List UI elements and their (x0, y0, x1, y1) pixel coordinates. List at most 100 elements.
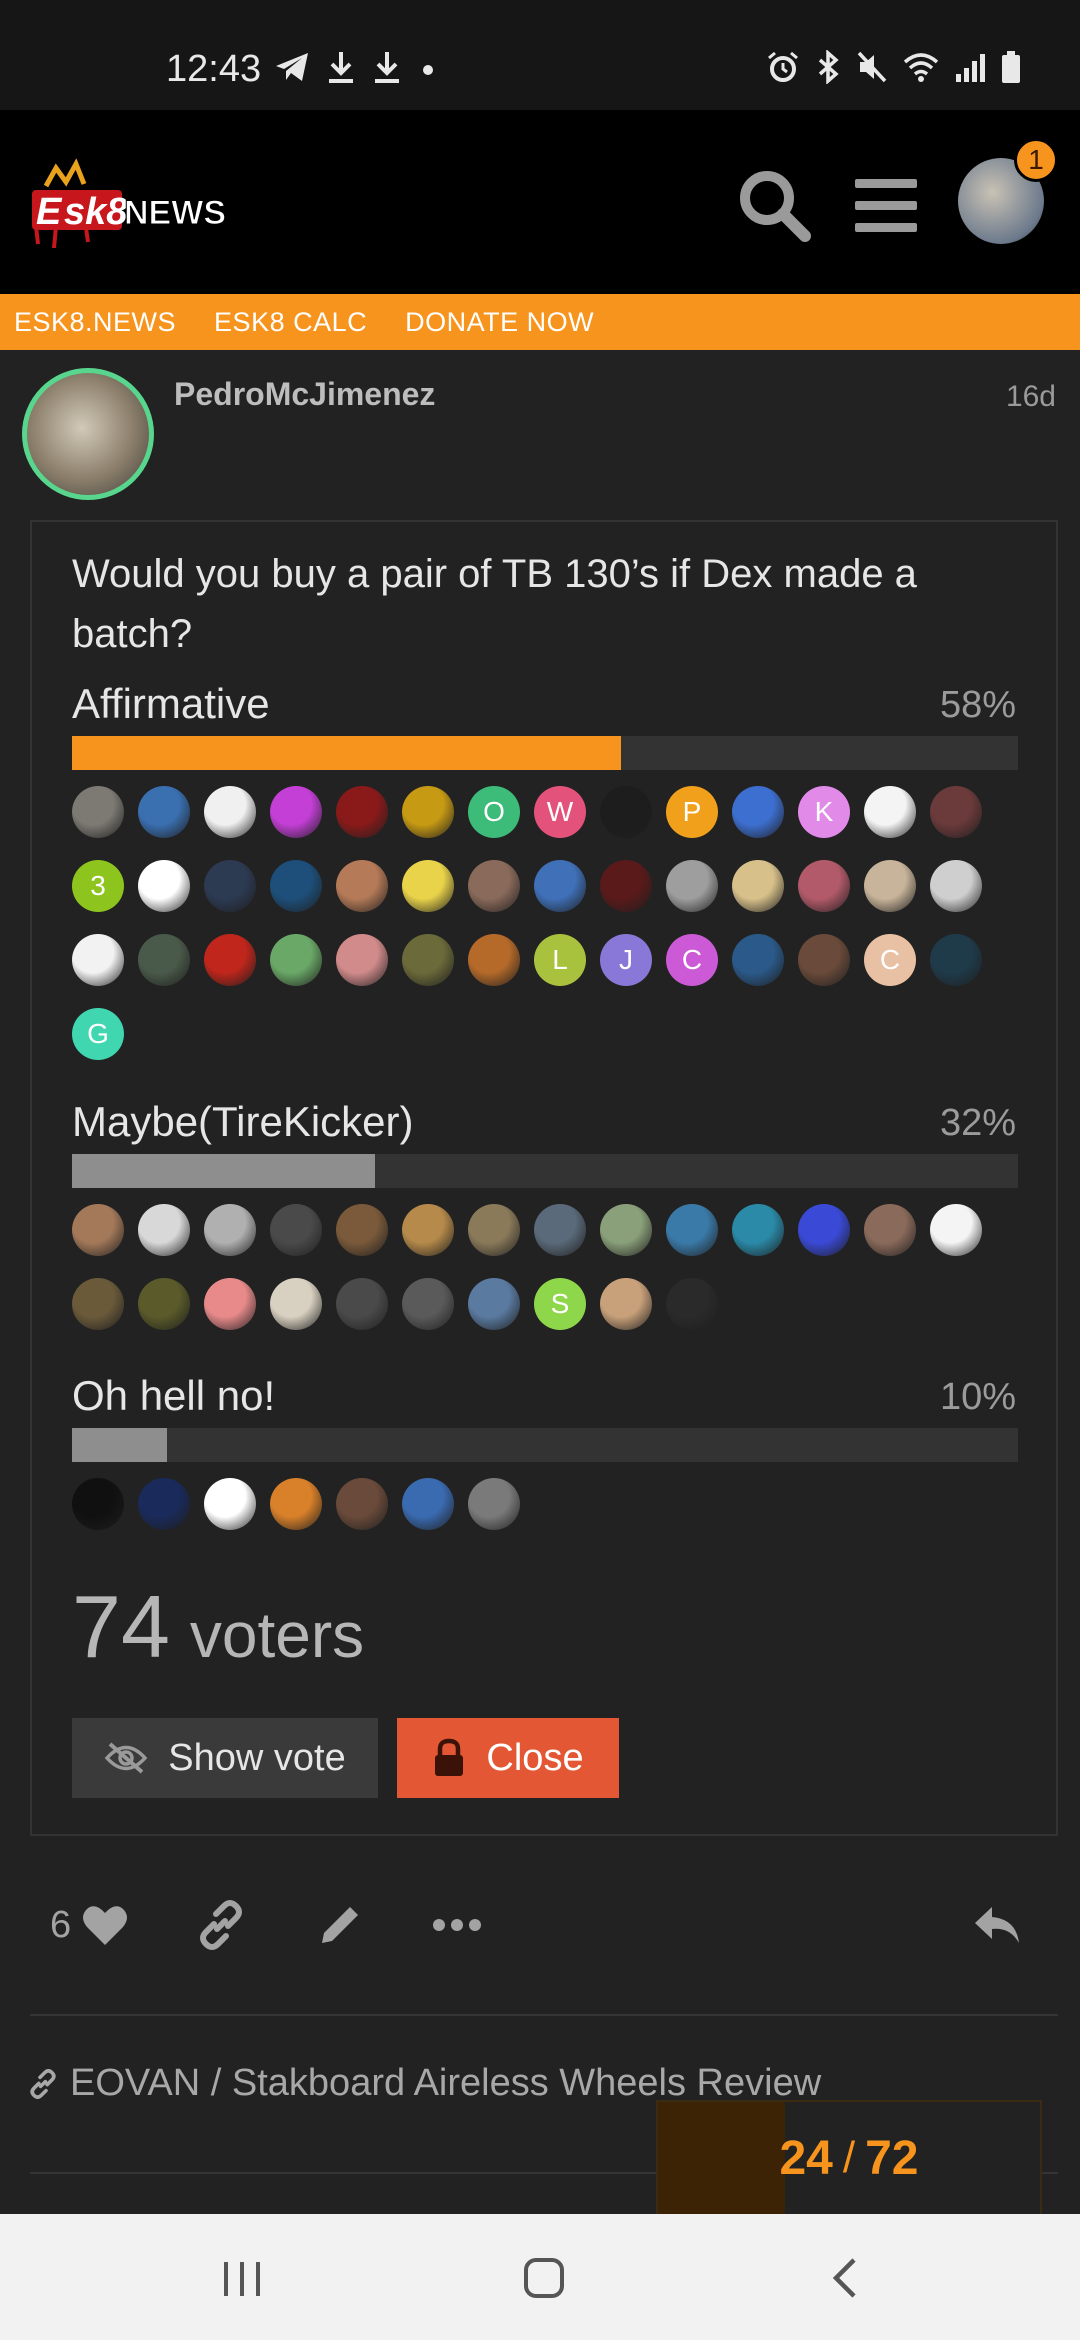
voter-avatar[interactable] (930, 1204, 982, 1256)
back-button[interactable] (806, 2248, 886, 2308)
voter-avatar[interactable] (336, 1204, 388, 1256)
voter-avatar[interactable] (336, 934, 388, 986)
recent-apps-button[interactable] (202, 2248, 282, 2308)
voter-avatar[interactable] (930, 934, 982, 986)
voter-avatar[interactable] (468, 1478, 520, 1530)
site-logo[interactable]: E sk8 NEWS (26, 156, 236, 251)
voter-avatar[interactable] (270, 860, 322, 912)
voter-avatar[interactable] (732, 1204, 784, 1256)
voter-avatar[interactable] (402, 1478, 454, 1530)
voter-avatar[interactable] (270, 1204, 322, 1256)
voter-avatar[interactable] (204, 860, 256, 912)
voter-avatar[interactable] (270, 934, 322, 986)
copy-link-button[interactable] (196, 1890, 246, 1960)
nav-link-esk8news[interactable]: ESK8.NEWS (14, 307, 176, 338)
like-button[interactable]: 6 (50, 1890, 129, 1960)
voter-avatar[interactable] (468, 1278, 520, 1330)
poll-option-label[interactable]: Maybe(TireKicker) (72, 1098, 414, 1146)
voter-avatar[interactable] (864, 786, 916, 838)
voter-avatar[interactable] (864, 860, 916, 912)
search-button[interactable] (734, 165, 814, 245)
show-vote-button[interactable]: Show vote (72, 1718, 378, 1798)
voter-avatar[interactable] (534, 1204, 586, 1256)
voter-avatar[interactable] (600, 1278, 652, 1330)
voter-avatar[interactable] (402, 1278, 454, 1330)
voter-avatar[interactable] (402, 1204, 454, 1256)
post-author-avatar[interactable] (22, 368, 154, 500)
voter-avatar[interactable] (72, 1478, 124, 1530)
voter-avatar[interactable] (930, 860, 982, 912)
voter-avatar[interactable] (930, 786, 982, 838)
voter-avatar[interactable] (468, 934, 520, 986)
voter-avatar[interactable] (798, 934, 850, 986)
voter-avatar[interactable] (336, 1478, 388, 1530)
voter-avatar[interactable] (732, 860, 784, 912)
topic-progress[interactable]: 24 / 72 (656, 2100, 1042, 2216)
voter-avatar[interactable] (138, 1478, 190, 1530)
voter-avatar[interactable] (138, 1204, 190, 1256)
voter-avatar[interactable] (468, 860, 520, 912)
voter-avatar[interactable] (336, 860, 388, 912)
voter-avatar[interactable] (72, 786, 124, 838)
edit-button[interactable] (316, 1890, 364, 1960)
voter-avatar[interactable] (204, 786, 256, 838)
voter-avatar[interactable] (600, 860, 652, 912)
voter-avatar[interactable] (534, 860, 586, 912)
voter-avatar[interactable]: L (534, 934, 586, 986)
voter-avatar[interactable]: 3 (72, 860, 124, 912)
notification-badge[interactable]: 1 (1014, 138, 1058, 182)
voter-avatar[interactable] (600, 1204, 652, 1256)
post-date[interactable]: 16d (1006, 380, 1056, 414)
linked-topic[interactable]: EOVAN / Stakboard Aireless Wheels Review (28, 2062, 821, 2105)
more-actions-button[interactable] (432, 1890, 482, 1960)
voter-avatar[interactable] (402, 860, 454, 912)
voter-avatar[interactable]: K (798, 786, 850, 838)
linked-topic-title[interactable]: EOVAN / Stakboard Aireless Wheels Review (70, 2062, 821, 2105)
post-username[interactable]: PedroMcJimenez (174, 376, 435, 413)
voter-avatar[interactable] (204, 934, 256, 986)
voter-avatar[interactable] (204, 1278, 256, 1330)
voter-avatar[interactable] (798, 860, 850, 912)
voter-avatar[interactable] (138, 934, 190, 986)
voter-avatar[interactable]: P (666, 786, 718, 838)
voter-avatar[interactable] (666, 1278, 718, 1330)
poll-option-label[interactable]: Oh hell no! (72, 1372, 275, 1420)
voter-avatar[interactable] (402, 934, 454, 986)
voter-avatar[interactable]: C (864, 934, 916, 986)
voter-avatar[interactable] (72, 934, 124, 986)
voter-avatar[interactable] (270, 786, 322, 838)
voter-avatar[interactable]: O (468, 786, 520, 838)
voter-avatar[interactable]: W (534, 786, 586, 838)
voter-avatar[interactable] (468, 1204, 520, 1256)
voter-avatar[interactable]: C (666, 934, 718, 986)
nav-link-esk8calc[interactable]: ESK8 CALC (214, 307, 367, 338)
voter-avatar[interactable]: J (600, 934, 652, 986)
voter-avatar[interactable] (666, 1204, 718, 1256)
voter-avatar[interactable] (336, 786, 388, 838)
voter-avatar[interactable] (600, 786, 652, 838)
voter-avatar[interactable] (72, 1204, 124, 1256)
voter-avatar[interactable] (666, 860, 718, 912)
voter-avatar[interactable] (72, 1278, 124, 1330)
voter-avatar[interactable] (204, 1204, 256, 1256)
voter-avatar[interactable]: S (534, 1278, 586, 1330)
voter-avatar[interactable] (732, 934, 784, 986)
nav-link-donate[interactable]: DONATE NOW (405, 307, 594, 338)
voter-avatar[interactable] (732, 786, 784, 838)
voter-avatar[interactable] (138, 786, 190, 838)
reply-button[interactable] (972, 1890, 1022, 1960)
voter-avatar[interactable] (336, 1278, 388, 1330)
voter-avatar[interactable] (138, 1278, 190, 1330)
voter-avatar[interactable] (402, 786, 454, 838)
voter-avatar[interactable]: G (72, 1008, 124, 1060)
voter-avatar[interactable] (798, 1204, 850, 1256)
poll-option-label[interactable]: Affirmative (72, 680, 270, 728)
voter-avatar[interactable] (270, 1278, 322, 1330)
voter-avatar[interactable] (270, 1478, 322, 1530)
voter-avatar[interactable] (204, 1478, 256, 1530)
voter-avatar[interactable] (864, 1204, 916, 1256)
hamburger-menu-button[interactable] (846, 165, 926, 245)
close-poll-button[interactable]: Close (397, 1718, 619, 1798)
home-button[interactable] (504, 2248, 584, 2308)
voter-avatar[interactable] (138, 860, 190, 912)
